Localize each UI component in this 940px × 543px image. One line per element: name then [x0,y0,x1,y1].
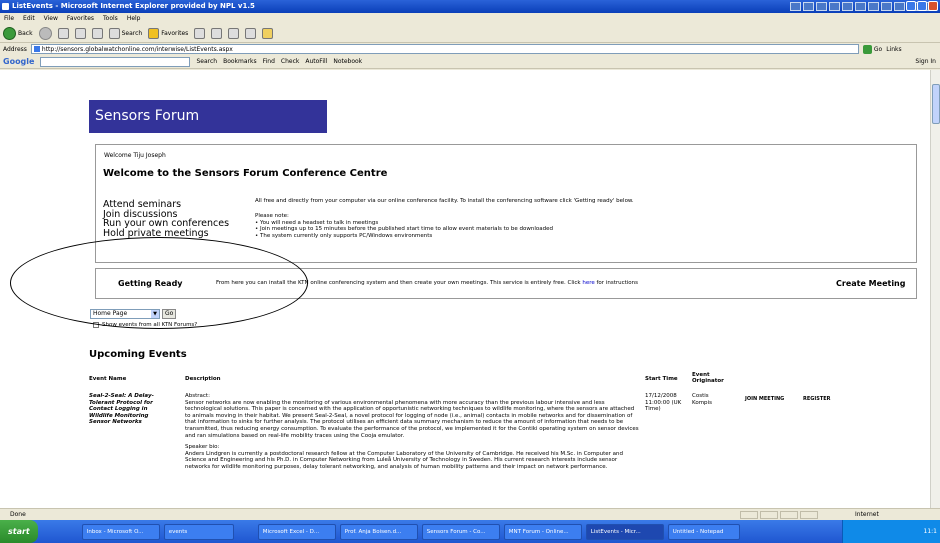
note-item: The system currently only supports PC/Wi… [255,233,553,240]
speaker-bio: Anders Lindgren is currently a postdocto… [185,450,624,470]
note-item: Join meetings up to 15 minutes before th… [255,226,553,233]
search-icon [108,27,120,39]
status-text: Done [10,511,26,518]
ie-icon [2,3,9,10]
task-button-active[interactable]: ListEvents - Micr... [585,523,664,540]
google-find-button[interactable]: Find [263,58,275,65]
event-name: Seal-2-Seal: A Delay-Tolerant Protocol f… [89,393,154,426]
window-title: ListEvents - Microsoft Internet Explorer… [12,2,255,10]
menu-view[interactable]: View [44,13,58,24]
start-button[interactable]: start [0,520,38,543]
system-tray: 11:1 [842,520,940,543]
welcome-user: Welcome Tiju Joseph [104,152,166,159]
back-arrow-icon [3,26,16,40]
feature-list: Attend seminars Join discussions Run you… [103,200,229,238]
google-signin-link[interactable]: Sign In [915,58,936,65]
create-meeting-link[interactable]: Create Meeting [836,279,905,288]
task-button[interactable]: events [163,523,234,540]
menu-favorites[interactable]: Favorites [67,13,94,24]
scroll-thumb[interactable] [932,84,940,124]
address-label: Address [3,45,27,53]
upcoming-events-heading: Upcoming Events [89,349,187,360]
menu-bar: File Edit View Favorites Tools Help [0,13,940,24]
favorites-button[interactable]: Favorites [148,27,188,39]
search-button[interactable]: Search [108,27,142,39]
site-banner: Sensors Forum [89,100,327,133]
header-event-name: Event Name [89,376,127,382]
clock: 11:1 [923,528,937,535]
menu-edit[interactable]: Edit [23,13,35,24]
links-label[interactable]: Links [886,46,901,53]
menu-file[interactable]: File [4,13,14,24]
stop-icon[interactable] [57,27,69,39]
join-meeting-link[interactable]: JOIN MEETING [745,396,784,403]
edit-icon[interactable] [245,27,257,39]
header-start-time: Start Time [645,376,678,382]
minimize-button[interactable] [906,1,916,11]
go-arrow-icon [862,44,872,54]
print-icon[interactable] [228,27,240,39]
task-button[interactable]: Prof. Anja Boisen.d... [339,523,418,540]
google-search-input[interactable] [40,56,191,67]
back-button[interactable]: Back [3,26,33,40]
register-link[interactable]: REGISTER [803,396,831,403]
browser-window: ListEvents - Microsoft Internet Explorer… [0,0,940,543]
google-autofill-button[interactable]: AutoFill [305,58,327,65]
google-notebook-button[interactable]: Notebook [333,58,362,65]
please-note: Please note: You will need a headset to … [255,213,553,239]
event-originator: Costis Kompis [692,393,712,406]
note-item: You will need a headset to talk in meeti… [255,220,553,227]
google-toolbar: Google Search Bookmarks Find Check AutoF… [0,55,940,69]
annotation-circle [10,237,308,329]
task-button[interactable]: Sensors Forum - Co... [421,523,500,540]
task-button[interactable]: Inbox - Microsoft O... [81,523,160,540]
page-icon [33,46,40,52]
google-search-button[interactable]: Search [196,58,217,65]
standard-toolbar: Back Search Favorites [0,24,940,43]
google-check-button[interactable]: Check [281,58,299,65]
close-button[interactable] [928,1,938,11]
status-bar: Done Internet [0,508,940,520]
intro-text: All free and directly from your computer… [255,198,634,204]
maximize-button[interactable] [917,1,927,11]
forward-button[interactable] [38,26,52,40]
event-abstract: Sensor networks are now enabling the mon… [185,399,639,439]
menu-tools[interactable]: Tools [103,13,118,24]
google-logo: Google [3,57,35,66]
refresh-icon[interactable] [74,27,86,39]
menu-help[interactable]: Help [127,13,141,24]
title-bar: ListEvents - Microsoft Internet Explorer… [0,0,940,13]
event-start-time: 17/12/2008 11:00:00 (UK Time) [645,393,682,413]
home-icon[interactable] [91,27,103,39]
go-button[interactable]: Go [862,44,882,54]
taskbar: start Inbox - Microsoft O... events Micr… [0,520,940,543]
instructions-link[interactable]: here [582,280,594,286]
welcome-title: Welcome to the Sensors Forum Conference … [103,168,388,179]
event-description: Abstract: Sensor networks are now enabli… [185,393,639,470]
page-content: Sensors Forum Welcome Tiju Joseph Welcom… [0,70,930,508]
task-button[interactable]: Untitled - Notepad [667,523,740,540]
task-button[interactable]: Microsoft Excel - D... [257,523,336,540]
header-originator: Event Originator [692,372,724,384]
star-icon [148,27,160,39]
header-description: Description [185,376,221,382]
mail-icon[interactable] [211,27,223,39]
address-input[interactable]: http://sensors.globalwatchonline.com/int… [30,44,859,54]
history-icon[interactable] [194,27,206,39]
address-bar: Address http://sensors.globalwatchonline… [0,43,940,55]
folder-icon[interactable] [262,27,274,39]
task-button[interactable]: MNT Forum - Online... [503,523,582,540]
vertical-scrollbar[interactable] [930,70,940,508]
google-bookmarks-button[interactable]: Bookmarks [223,58,257,65]
